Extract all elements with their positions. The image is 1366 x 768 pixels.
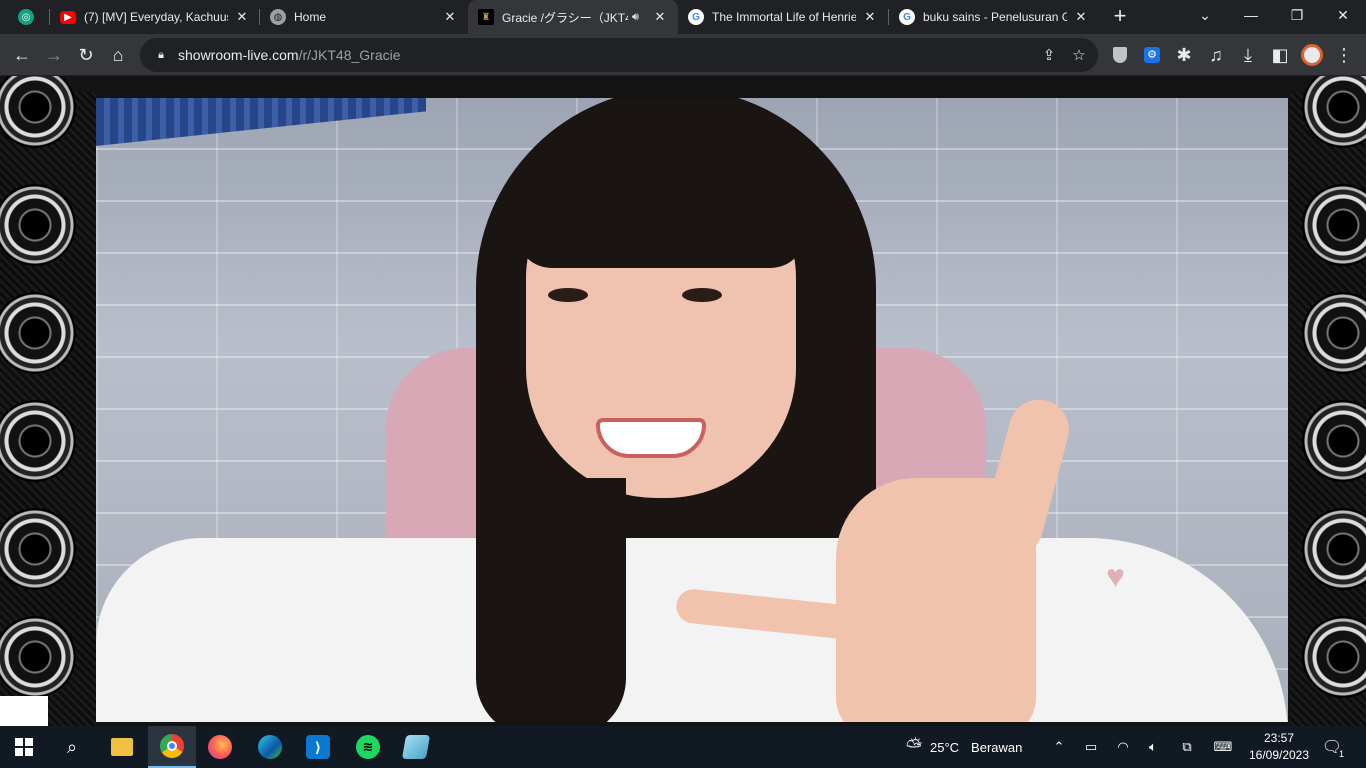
tab-strip: ◎ ▶ (7) [MV] Everyday, Kachuusha ✕ ◍ Hom… [0, 0, 1366, 34]
minimize-button[interactable]: — [1228, 0, 1274, 30]
google-icon: G [899, 9, 915, 25]
tab-buku-sains[interactable]: G buku sains - Penelusuran Go ✕ [889, 0, 1099, 34]
tab-title: Gracie /グラシー（JKT48） [502, 10, 628, 25]
globe-icon: ◍ [270, 9, 286, 25]
url-text[interactable]: showroom-live.com/r/JKT48_Gracie [178, 47, 401, 63]
meet-now-icon[interactable]: ⧉ [1178, 726, 1196, 768]
live-stream-video[interactable]: ♥ [96, 98, 1288, 722]
heart-icon: ♥ [1106, 558, 1125, 594]
keyboard-icon[interactable]: ⌨ [1210, 726, 1236, 768]
tab-title: (7) [MV] Everyday, Kachuusha [84, 10, 228, 24]
download-icon[interactable]: ⤓ [1234, 41, 1262, 69]
forward-button[interactable]: → [40, 41, 68, 69]
search-icon[interactable]: ⌕ [48, 726, 96, 768]
close-icon[interactable]: ✕ [1073, 9, 1089, 25]
url-host: showroom-live.com [178, 47, 299, 63]
home-button[interactable]: ⌂ [104, 41, 132, 69]
new-tab-button[interactable]: + [1108, 4, 1132, 28]
tab-home[interactable]: ◍ Home ✕ [260, 0, 468, 34]
page-content: ♥ [0, 76, 1366, 726]
showroom-icon: ♜ [478, 9, 494, 25]
youtube-icon: ▶ [60, 10, 76, 24]
clock-date: 16/09/2023 [1248, 748, 1310, 762]
battery-icon[interactable]: ▭ [1082, 726, 1100, 768]
speaker-icon[interactable]: 🔊︎ [632, 11, 646, 24]
google-icon: G [688, 9, 704, 25]
tab-showroom[interactable]: ♜ Gracie /グラシー（JKT48） 🔊︎ ✕ [468, 0, 678, 34]
tab-title: The Immortal Life of Henrietta [712, 10, 856, 24]
browser-toolbar: ← → ↻ ⌂ 🔒︎ showroom-live.com/r/JKT48_Gra… [0, 34, 1366, 76]
start-button[interactable] [0, 726, 48, 768]
firefox-icon[interactable] [196, 726, 244, 768]
clock-time: 23:57 [1263, 731, 1295, 745]
address-bar[interactable]: 🔒︎ showroom-live.com/r/JKT48_Gracie ⇪ ☆ [140, 38, 1098, 72]
weather-temp: 25°C [930, 739, 960, 755]
lock-icon[interactable]: 🔒︎ [154, 48, 168, 62]
tab-search-icon[interactable]: ⌄ [1182, 0, 1228, 30]
spotify-icon[interactable]: ≋ [344, 726, 392, 768]
tab-youtube[interactable]: ▶ (7) [MV] Everyday, Kachuusha ✕ [50, 0, 260, 34]
chrome-icon[interactable] [148, 726, 196, 768]
close-window-button[interactable]: ✕ [1320, 0, 1366, 30]
side-panel-icon[interactable]: ◧ [1266, 41, 1294, 69]
bookmark-star-icon[interactable]: ☆ [1068, 45, 1090, 65]
weather-widget[interactable]: ⛅︎ 25°C Berawan [906, 726, 1022, 768]
weather-text: Berawan [971, 739, 1023, 755]
chatgpt-icon: ◎ [18, 9, 34, 25]
tab-chatgpt[interactable]: ◎ [8, 0, 48, 34]
close-icon[interactable]: ✕ [652, 9, 668, 25]
url-path: /r/JKT48_Gracie [298, 47, 401, 63]
file-explorer-icon[interactable] [98, 726, 146, 768]
media-control-icon[interactable]: ♫ [1202, 41, 1230, 69]
reload-button[interactable]: ↻ [72, 41, 100, 69]
tab-henrietta[interactable]: G The Immortal Life of Henrietta ✕ [678, 0, 888, 34]
notification-count: 1 [1338, 749, 1344, 759]
tab-title: buku sains - Penelusuran Go [923, 10, 1067, 24]
restore-button[interactable]: ❐ [1274, 0, 1320, 30]
edge-icon[interactable] [246, 726, 294, 768]
wifi-icon[interactable]: ◠ [1114, 726, 1132, 768]
page-widget[interactable] [0, 696, 48, 726]
volume-icon[interactable]: 🔈︎ [1144, 726, 1162, 768]
clock[interactable]: 23:57 16/09/2023 [1248, 730, 1310, 764]
close-icon[interactable]: ✕ [234, 9, 250, 25]
notification-icon[interactable]: 🗨︎ 1 [1320, 735, 1344, 759]
profile-avatar[interactable] [1298, 41, 1326, 69]
shield-extension-icon[interactable] [1106, 41, 1134, 69]
vscode-icon[interactable]: ⟩ [294, 726, 342, 768]
share-icon[interactable]: ⇪ [1038, 45, 1060, 65]
taskbar: ⌕ ⟩ ≋ ⛅︎ 25°C Berawan ⌃ ▭ ◠ 🔈︎ ⧉ ⌨ 23:57… [0, 726, 1366, 768]
back-button[interactable]: ← [8, 41, 36, 69]
chevron-up-icon[interactable]: ⌃ [1050, 726, 1068, 768]
extension-blue-icon[interactable]: ⚙ [1138, 41, 1166, 69]
menu-dots-icon[interactable]: ⋮ [1330, 41, 1358, 69]
cloudy-weather-icon: ⛅︎ [906, 735, 922, 758]
close-icon[interactable]: ✕ [442, 9, 458, 25]
puzzle-extensions-icon[interactable]: ✱ [1170, 41, 1198, 69]
app-icon[interactable] [392, 726, 440, 768]
speaker-decoration-right [1290, 76, 1366, 726]
speaker-decoration-left [0, 76, 96, 726]
tab-title: Home [294, 10, 327, 24]
close-icon[interactable]: ✕ [862, 9, 878, 25]
